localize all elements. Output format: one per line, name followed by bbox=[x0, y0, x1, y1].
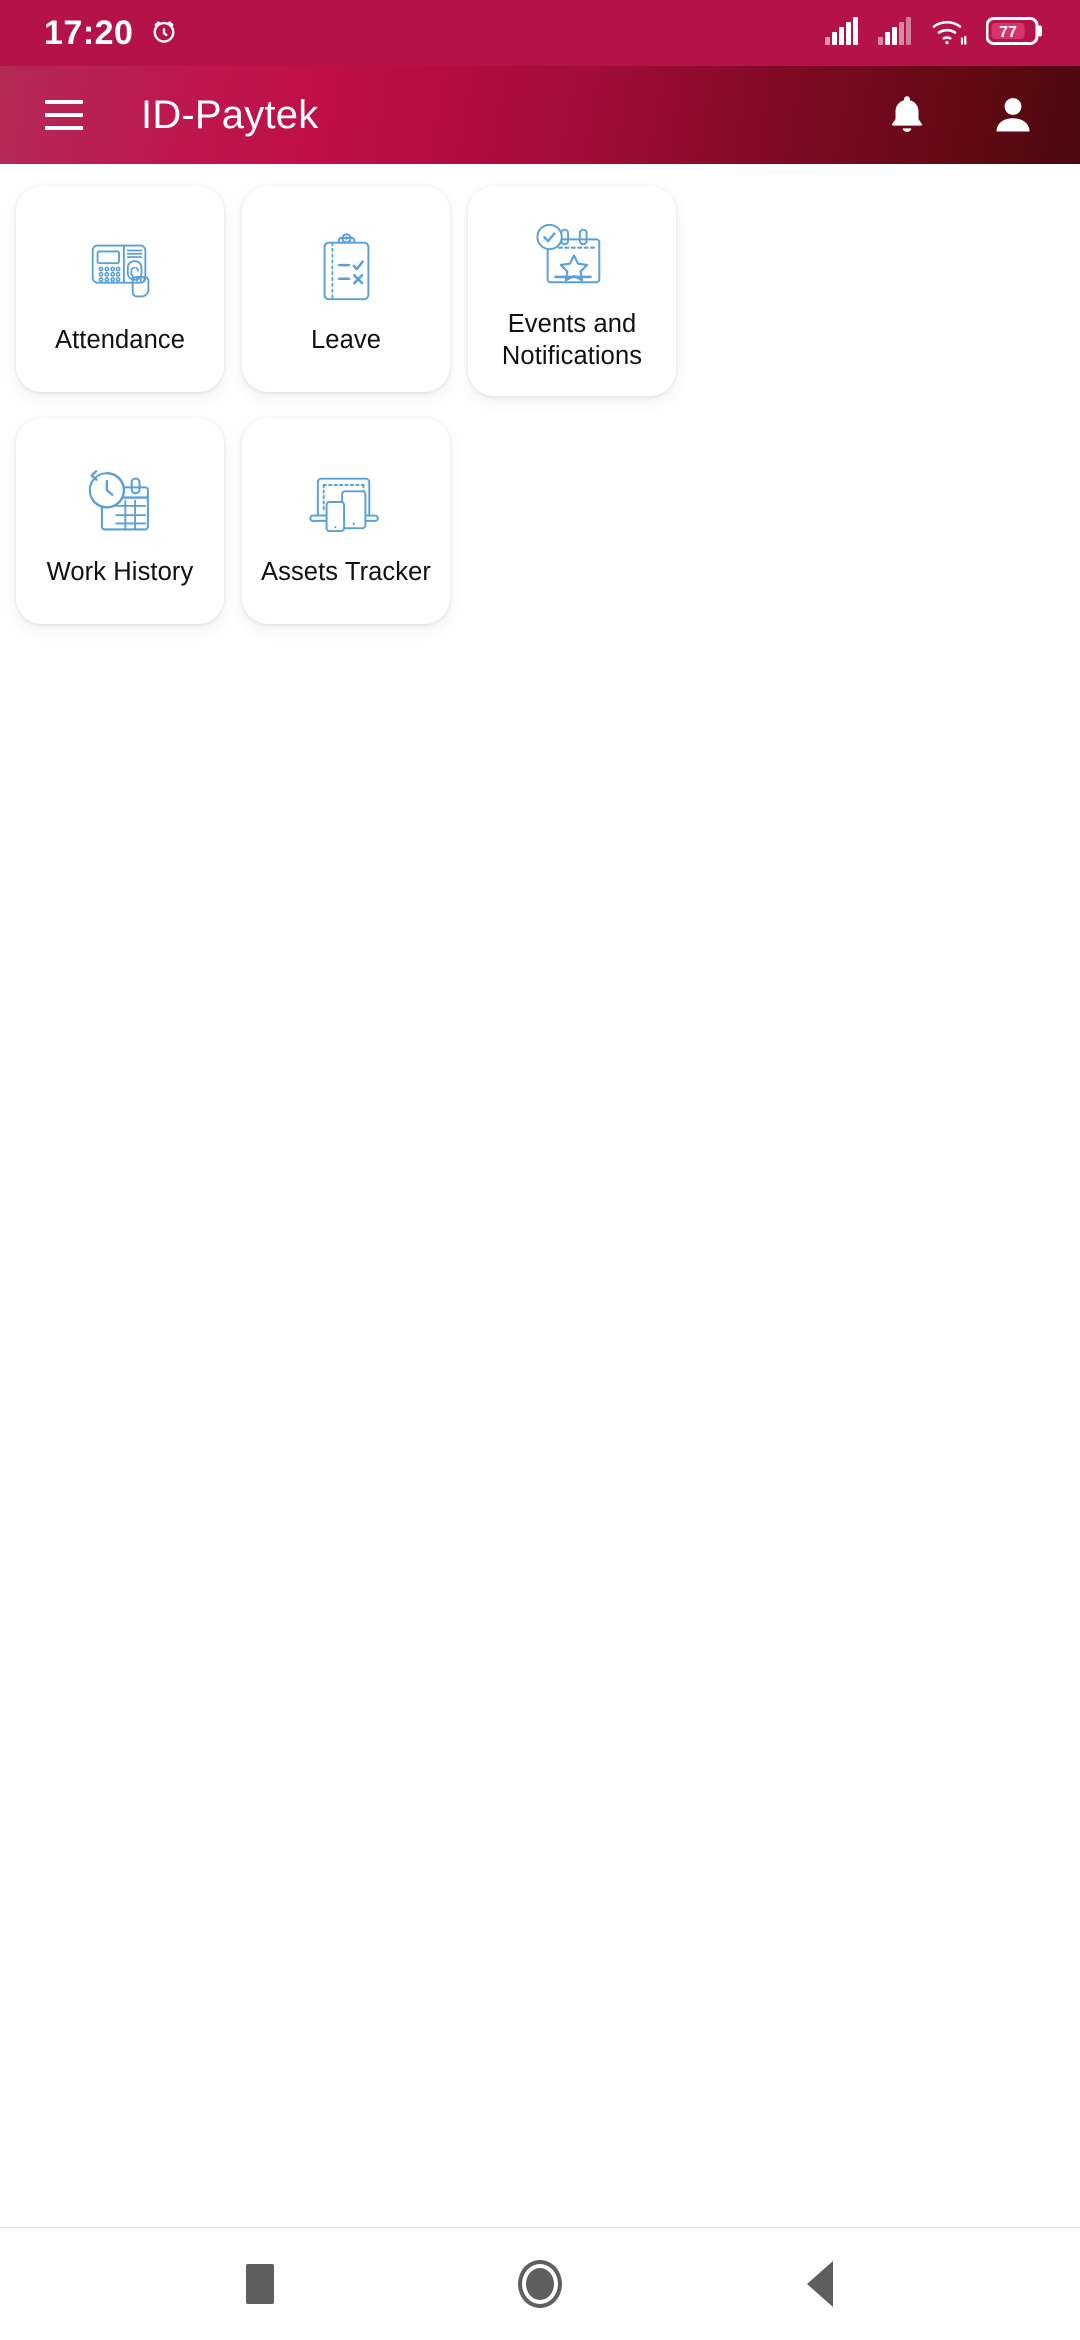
clipboard-check-cross-icon bbox=[311, 226, 381, 312]
card-work-history[interactable]: Work History bbox=[16, 418, 224, 624]
triangle-left-icon bbox=[807, 2261, 833, 2307]
card-label: Assets Tracker bbox=[260, 557, 432, 586]
fingerprint-time-clock-icon bbox=[81, 226, 159, 312]
status-bar-right: 77 bbox=[825, 16, 1046, 51]
recents-button[interactable] bbox=[205, 2234, 315, 2334]
back-button[interactable] bbox=[765, 2234, 875, 2334]
android-navigation-bar bbox=[0, 2227, 1080, 2340]
calendar-star-check-icon bbox=[531, 214, 613, 296]
home-button[interactable] bbox=[485, 2234, 595, 2334]
battery-icon: 77 bbox=[985, 16, 1046, 51]
wifi-icon bbox=[931, 16, 967, 51]
square-icon bbox=[246, 2264, 274, 2304]
bell-icon[interactable] bbox=[878, 86, 936, 144]
card-label: Attendance bbox=[54, 325, 186, 354]
app-bar: ID-Paytek bbox=[0, 66, 1080, 164]
battery-level-text: 77 bbox=[999, 24, 1017, 41]
card-assets-tracker[interactable]: Assets Tracker bbox=[242, 418, 450, 624]
card-label: Work History bbox=[46, 557, 194, 586]
status-clock: 17:20 bbox=[44, 14, 134, 52]
circle-icon bbox=[518, 2260, 562, 2308]
signal-bars-sim1-icon bbox=[825, 16, 859, 50]
status-bar-left: 17:20 bbox=[44, 16, 179, 51]
signal-bars-sim2-icon bbox=[878, 16, 912, 50]
card-attendance[interactable]: Attendance bbox=[16, 186, 224, 392]
devices-laptop-tablet-phone-icon bbox=[306, 458, 386, 544]
card-label: Events and Notifications bbox=[501, 309, 643, 370]
card-events-and-notifications[interactable]: Events and Notifications bbox=[468, 186, 676, 396]
status-bar: 17:20 77 bbox=[0, 0, 1080, 66]
clock-calendar-history-icon bbox=[81, 458, 159, 544]
dashboard-grid-row-2: Work History Assets Tracker bbox=[16, 418, 1064, 624]
card-leave[interactable]: Leave bbox=[242, 186, 450, 392]
alarm-clock-icon bbox=[149, 16, 179, 51]
dashboard-grid: Attendance Leave Events and Notification… bbox=[16, 186, 1064, 418]
dashboard-content: Attendance Leave Events and Notification… bbox=[0, 164, 1080, 2340]
person-icon[interactable] bbox=[984, 86, 1042, 144]
card-label: Leave bbox=[311, 325, 381, 354]
app-title: ID-Paytek bbox=[141, 92, 319, 137]
app-bar-actions bbox=[878, 86, 1042, 144]
hamburger-menu-icon[interactable] bbox=[34, 85, 94, 145]
